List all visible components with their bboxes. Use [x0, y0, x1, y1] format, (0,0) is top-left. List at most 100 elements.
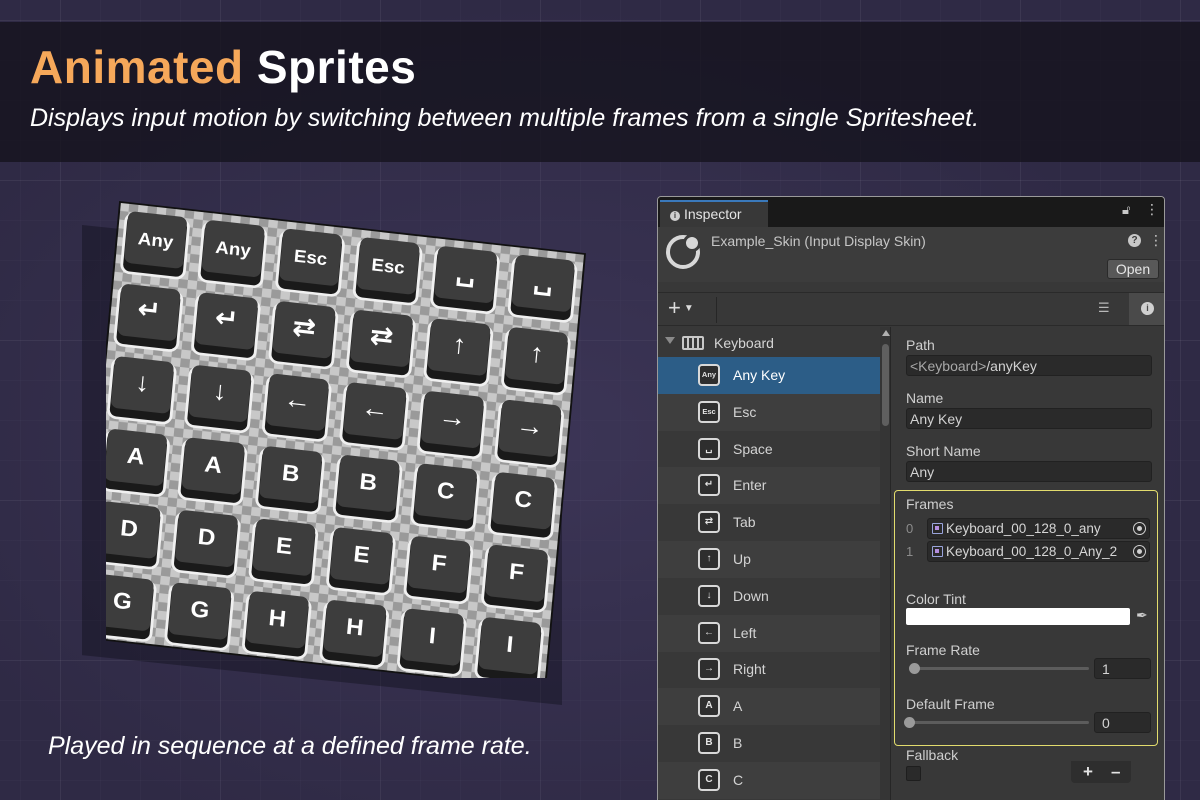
- frame-rate-slider-thumb[interactable]: [909, 663, 920, 674]
- hierarchy-icon[interactable]: ☰: [1098, 300, 1110, 316]
- frame-field[interactable]: Keyboard_00_128_0_Any_2: [927, 541, 1150, 562]
- sprite-key-label: C: [513, 486, 533, 513]
- tree-item[interactable]: ↵ Enter: [658, 467, 880, 505]
- sprite-key: D: [106, 501, 164, 570]
- header-menu-icon[interactable]: ⋮: [1149, 232, 1163, 249]
- tree-item[interactable]: AA: [658, 688, 880, 726]
- page-title: Animated Sprites: [30, 40, 416, 94]
- key-glyph-icon: C: [698, 768, 720, 791]
- sprite-key-label: Esc: [293, 246, 328, 269]
- path-suffix: /anyKey: [986, 358, 1037, 374]
- path-field[interactable]: <Keyboard>/anyKey: [906, 355, 1152, 376]
- tree-item[interactable]: Esc Esc: [658, 393, 880, 431]
- tree-item[interactable]: BB: [658, 725, 880, 762]
- inspector-window: i Inspector 🔓︎ ⋮ Example_Skin (Input Disp…: [657, 196, 1165, 800]
- sprite-icon: [932, 546, 943, 557]
- tree-item[interactable]: Any Any Key: [658, 357, 880, 394]
- kebab-menu-icon[interactable]: ⋮: [1145, 201, 1159, 218]
- tree-item[interactable]: → Right: [658, 651, 880, 688]
- tree-item-label: Any Key: [733, 367, 786, 383]
- short-name-label: Short Name: [906, 443, 981, 459]
- properties-panel: Path <Keyboard>/anyKey Name Any Key Shor…: [891, 327, 1164, 800]
- key-glyph-icon: B: [698, 732, 720, 754]
- eyedropper-icon[interactable]: ✒︎: [1136, 607, 1148, 624]
- object-picker-icon[interactable]: [1133, 522, 1146, 535]
- tree-item[interactable]: ← Left: [658, 614, 880, 652]
- sprite-key-label: ↑: [451, 328, 468, 359]
- object-picker-icon[interactable]: [1133, 545, 1146, 558]
- open-button[interactable]: Open: [1107, 259, 1159, 279]
- sprite-icon: [932, 523, 943, 534]
- sprite-key-label: Any: [137, 229, 174, 252]
- sprite-key: ↵: [113, 284, 184, 352]
- tree-item-label: Down: [733, 587, 769, 604]
- tree-item-label: Up: [733, 551, 751, 567]
- sprite-key-label: ↓: [134, 366, 151, 397]
- frame-rate-field[interactable]: 1: [1094, 658, 1151, 679]
- tree-item-label: A: [733, 698, 743, 715]
- sprite-key: D: [171, 510, 241, 578]
- fallback-label: Fallback: [906, 747, 959, 763]
- sprite-key-label: E: [275, 532, 293, 559]
- frame-value: Keyboard_00_128_0_any: [946, 521, 1101, 536]
- remove-frame-button[interactable]: –: [1111, 762, 1120, 782]
- sprite-key: ␣: [430, 246, 500, 314]
- sprite-key-label: C: [436, 477, 456, 504]
- tree-item[interactable]: ␣ Space: [658, 431, 880, 468]
- sprite-key: I: [397, 608, 467, 677]
- scroll-up-arrow-icon[interactable]: [882, 330, 890, 336]
- default-frame-slider-thumb[interactable]: [904, 717, 915, 728]
- tree-item[interactable]: CC: [658, 761, 880, 799]
- default-frame-field[interactable]: 0: [1094, 712, 1151, 733]
- inspector-toolbar: + ▼ ☰ i: [658, 292, 1164, 326]
- frame-rate-label: Frame Rate: [906, 642, 980, 658]
- fallback-checkbox[interactable]: [906, 766, 921, 781]
- sprite-key: E: [248, 518, 319, 587]
- key-glyph-icon: A: [698, 695, 720, 718]
- sprite-key-label: ↓: [212, 375, 229, 406]
- tree-item-label: Space: [733, 440, 773, 457]
- add-frame-button[interactable]: +: [1083, 762, 1093, 782]
- short-name-field[interactable]: Any: [906, 461, 1152, 482]
- add-dropdown-button[interactable]: + ▼: [668, 295, 694, 321]
- sprite-key: Any: [120, 211, 190, 280]
- sprite-key-label: G: [189, 596, 210, 623]
- tree-item-label: C: [733, 771, 744, 788]
- key-glyph-icon: ↵: [698, 474, 720, 497]
- sprite-key: B: [332, 455, 403, 523]
- tree-scroll-thumb[interactable]: [882, 344, 889, 426]
- page-subtitle: Displays input motion by switching betwe…: [30, 104, 980, 132]
- name-field[interactable]: Any Key: [906, 408, 1152, 429]
- frame-index: 1: [906, 544, 914, 559]
- sprite-key: Esc: [352, 237, 423, 306]
- tab-bar: i Inspector 🔓︎ ⋮: [658, 197, 1164, 227]
- frame-value: Keyboard_00_128_0_Any_2: [946, 544, 1118, 559]
- caret-down-icon: ▼: [683, 303, 694, 314]
- color-tint-swatch[interactable]: [906, 608, 1130, 625]
- tree-item-label: Esc: [733, 403, 757, 420]
- lock-icon[interactable]: 🔓︎: [1122, 202, 1130, 218]
- spritesheet: Any Any Esc Esc ␣ ␣ ↵ ↵ ⇄ ⇄ ↑ ↑ ↓ ↓ ← ← → → A A B B C C D D E E F F G G…: [106, 198, 586, 678]
- sprite-key-label: ␣: [454, 256, 477, 289]
- caption: Played in sequence at a defined frame ra…: [48, 732, 532, 760]
- tree-group-keyboard[interactable]: Keyboard: [658, 327, 880, 357]
- key-glyph-icon: ↑: [698, 548, 720, 570]
- expand-triangle-icon[interactable]: [665, 337, 675, 344]
- tab-inspector[interactable]: i Inspector: [660, 200, 768, 227]
- tree-item[interactable]: ↓ Down: [658, 578, 880, 615]
- help-icon[interactable]: ?: [1128, 234, 1141, 247]
- frames-label: Frames: [906, 496, 954, 512]
- tree-item[interactable]: ↑ Up: [658, 541, 880, 578]
- skin-asset-icon: [666, 234, 701, 269]
- inspector-header: Example_Skin (Input Display Skin) ? ⋮ Op…: [658, 227, 1164, 282]
- info-icon: i: [670, 211, 680, 221]
- frame-field[interactable]: Keyboard_00_128_0_any: [927, 518, 1150, 539]
- sprite-key: ↑: [423, 318, 494, 387]
- sprite-key-label: G: [112, 587, 133, 614]
- key-glyph-icon: ←: [698, 621, 720, 644]
- frame-rate-slider[interactable]: [909, 667, 1089, 670]
- sprite-key: Esc: [275, 228, 345, 297]
- info-toggle-button[interactable]: i: [1129, 293, 1164, 325]
- tree-item[interactable]: ⇄ Tab: [658, 504, 880, 541]
- default-frame-slider[interactable]: [909, 721, 1089, 724]
